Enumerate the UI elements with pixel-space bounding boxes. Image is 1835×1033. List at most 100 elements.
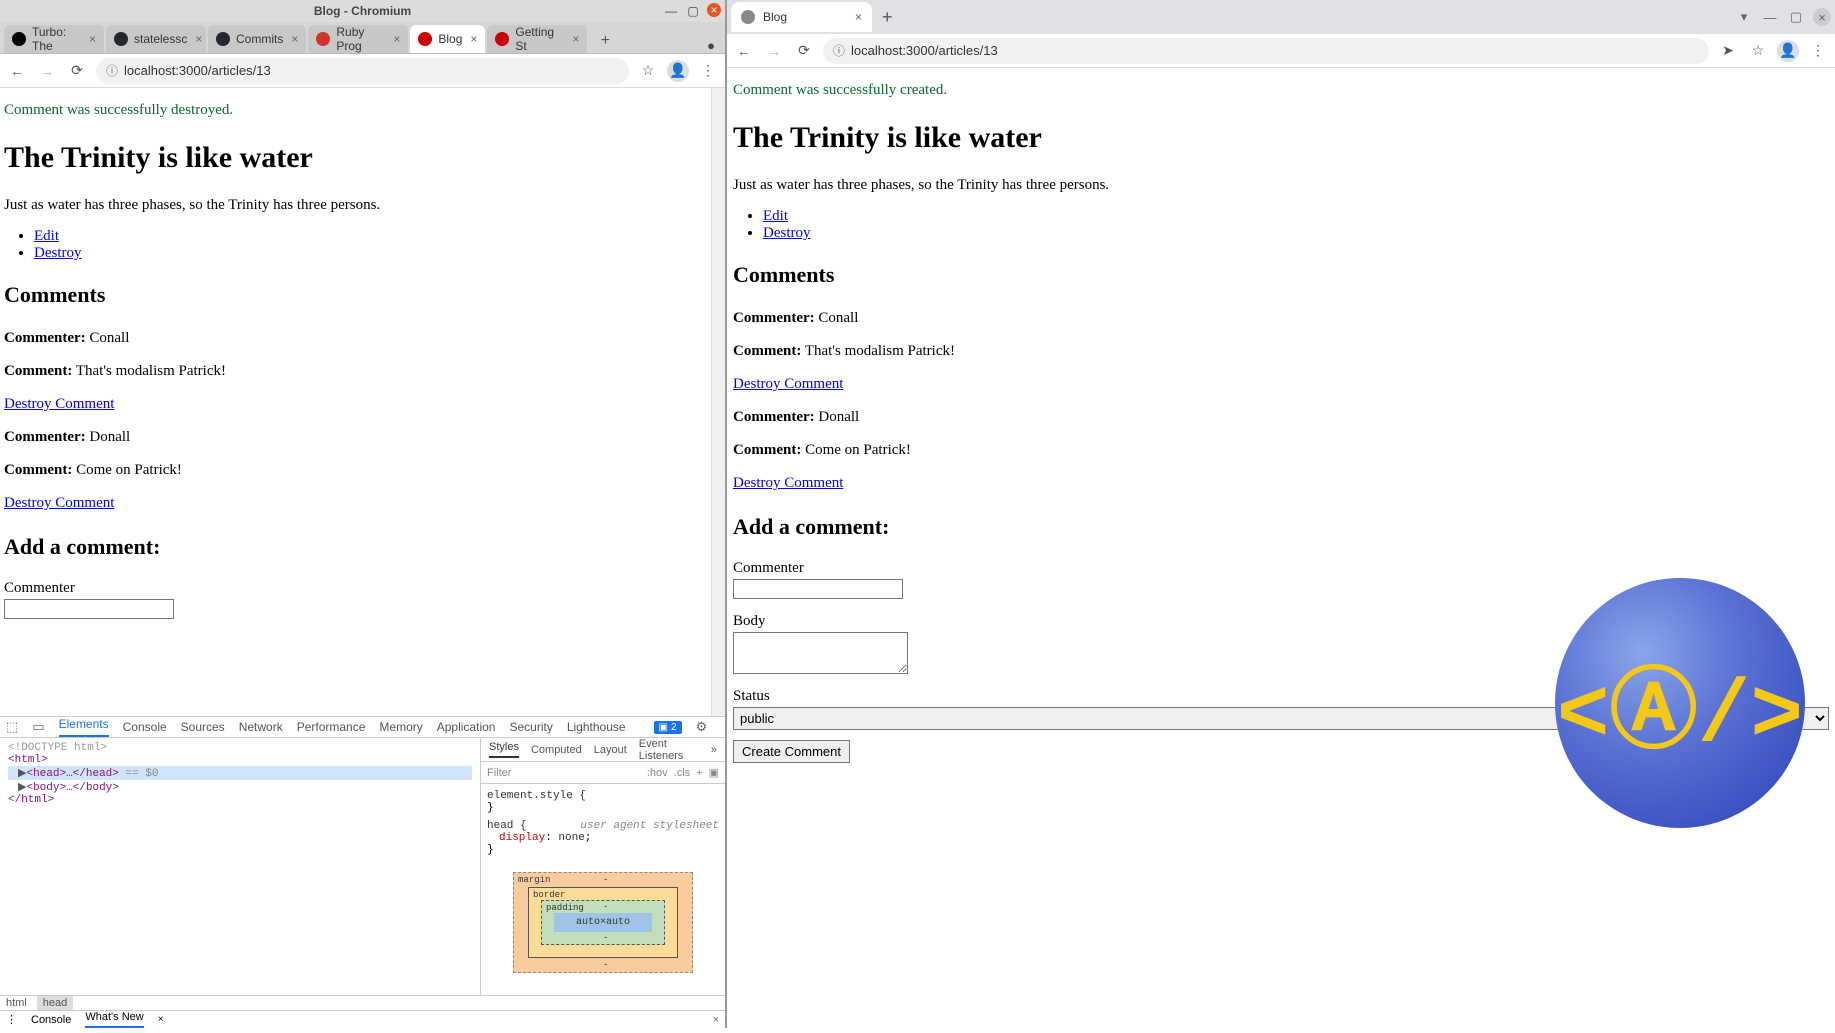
devtools-tab-memory[interactable]: Memory — [379, 720, 422, 734]
gear-icon[interactable]: ⚙ — [696, 719, 708, 735]
devtools-tab-application[interactable]: Application — [437, 720, 496, 734]
close-icon[interactable]: × — [291, 32, 298, 46]
tab-turbo[interactable]: Turbo: The× — [4, 25, 104, 53]
close-icon[interactable]: × — [89, 32, 96, 46]
article-title: The Trinity is like water — [4, 141, 707, 175]
tab-commits[interactable]: Commits× — [208, 25, 306, 53]
devtools-tab-performance[interactable]: Performance — [297, 720, 366, 734]
hover-toggle[interactable]: :hov — [647, 767, 668, 779]
styles-tab[interactable]: Styles — [489, 741, 519, 758]
console-tab[interactable]: Console — [31, 1014, 71, 1026]
destroy-comment-link[interactable]: Destroy Comment — [4, 495, 114, 511]
star-icon[interactable]: ☆ — [637, 60, 659, 82]
commenter-input[interactable] — [733, 579, 903, 599]
address-bar: ← → ⟳ ⓘ localhost:3000/articles/13 ➤ ☆ 👤… — [727, 34, 1835, 68]
vertical-scrollbar[interactable] — [711, 88, 725, 716]
destroy-link[interactable]: Destroy — [763, 225, 811, 241]
flash-message: Comment was successfully destroyed. — [4, 102, 707, 119]
comment-commenter: Commenter: Donall — [733, 409, 1829, 426]
close-icon[interactable]: × — [470, 32, 477, 46]
device-icon[interactable]: ▭ — [32, 719, 44, 735]
create-comment-button[interactable]: Create Comment — [733, 740, 850, 763]
edit-link[interactable]: Edit — [34, 228, 59, 244]
window-titlebar: Blog - Chromium — ▢ × — [0, 0, 725, 22]
plus-icon[interactable]: + — [696, 767, 702, 779]
devtools-tab-sources[interactable]: Sources — [181, 720, 225, 734]
kebab-icon[interactable]: ⋮ — [6, 1013, 17, 1026]
star-icon[interactable]: ☆ — [1747, 40, 1769, 62]
maximize-icon[interactable]: ▢ — [685, 3, 701, 19]
computed-tab[interactable]: Computed — [531, 744, 582, 756]
devtools-tab-elements[interactable]: Elements — [59, 717, 109, 737]
box-icon[interactable]: ▣ — [709, 766, 719, 779]
filter-input[interactable]: Filter — [487, 767, 641, 779]
devtools-tab-lighthouse[interactable]: Lighthouse — [567, 720, 626, 734]
comment-commenter: Commenter: Donall — [4, 429, 707, 446]
whatsnew-tab[interactable]: What's New — [85, 1011, 143, 1028]
styles-content[interactable]: element.style { } head {user agent style… — [481, 784, 725, 995]
destroy-comment-link[interactable]: Destroy Comment — [733, 475, 843, 491]
devtools-tab-network[interactable]: Network — [239, 720, 283, 734]
profile-icon[interactable]: 👤 — [667, 60, 689, 82]
close-icon[interactable]: × — [855, 10, 862, 24]
tab-stateless[interactable]: statelessc× — [106, 25, 206, 53]
event-listeners-tab[interactable]: Event Listeners — [639, 738, 699, 762]
close-icon[interactable]: × — [393, 32, 400, 46]
share-icon[interactable]: ➤ — [1717, 40, 1739, 62]
info-icon[interactable]: ⓘ — [106, 62, 118, 79]
dom-tree[interactable]: <!DOCTYPE html> <html> ▶<head>…</head> =… — [0, 738, 481, 995]
new-tab-button[interactable]: + — [593, 29, 617, 53]
url-input[interactable]: ⓘ localhost:3000/articles/13 — [96, 58, 629, 84]
tab-blog[interactable]: Blog× — [410, 25, 485, 53]
profile-icon[interactable]: 👤 — [1777, 40, 1799, 62]
new-tab-button[interactable]: + — [882, 7, 893, 28]
minimize-icon[interactable]: — — [663, 3, 679, 19]
comment-body: Comment: Come on Patrick! — [4, 462, 707, 479]
maximize-icon[interactable]: ▢ — [1787, 8, 1805, 26]
add-comment-heading: Add a comment: — [733, 514, 1829, 540]
comment-body: Comment: That's modalism Patrick! — [4, 363, 707, 380]
more-icon[interactable]: » — [711, 744, 717, 756]
tab-getting[interactable]: Getting St× — [487, 25, 587, 53]
url-input[interactable]: ⓘ localhost:3000/articles/13 — [823, 38, 1709, 64]
issues-badge[interactable]: ▣ 2 — [654, 721, 682, 734]
inspect-icon[interactable]: ⬚ — [6, 719, 18, 735]
back-button[interactable]: ← — [6, 60, 28, 82]
favicon-icon — [741, 10, 755, 24]
destroy-comment-link[interactable]: Destroy Comment — [733, 376, 843, 392]
destroy-link[interactable]: Destroy — [34, 245, 82, 261]
edit-link[interactable]: Edit — [763, 208, 788, 224]
close-icon[interactable]: × — [1813, 8, 1831, 26]
cls-toggle[interactable]: .cls — [674, 767, 691, 779]
dropdown-icon[interactable]: ▾ — [1735, 8, 1753, 26]
reload-button[interactable]: ⟳ — [793, 40, 815, 62]
body-textarea[interactable] — [733, 632, 908, 674]
dropdown-icon[interactable]: ● — [707, 38, 715, 53]
layout-tab[interactable]: Layout — [594, 744, 627, 756]
close-icon[interactable]: × — [572, 32, 579, 46]
back-button[interactable]: ← — [733, 40, 755, 62]
close-icon[interactable]: × — [713, 1014, 719, 1026]
page-content: Comment was successfully created. The Tr… — [727, 68, 1835, 1028]
close-icon[interactable]: × — [707, 3, 721, 17]
info-icon[interactable]: ⓘ — [833, 42, 845, 59]
close-icon[interactable]: × — [195, 32, 202, 46]
devtools-tab-console[interactable]: Console — [123, 720, 167, 734]
forward-button[interactable]: → — [36, 60, 58, 82]
dom-breadcrumb[interactable]: html head — [0, 995, 725, 1010]
box-model-diagram: margin- border padding- auto×auto - - — [513, 872, 693, 973]
reload-button[interactable]: ⟳ — [66, 60, 88, 82]
menu-icon[interactable]: ⋮ — [697, 60, 719, 82]
destroy-comment-link[interactable]: Destroy Comment — [4, 396, 114, 412]
minimize-icon[interactable]: — — [1761, 8, 1779, 26]
forward-button[interactable]: → — [763, 40, 785, 62]
tab-ruby[interactable]: Ruby Prog× — [308, 25, 408, 53]
devtools-panel: ⬚ ▭ Elements Console Sources Network Per… — [0, 716, 725, 1028]
article-title: The Trinity is like water — [733, 121, 1829, 155]
window-title: Blog - Chromium — [314, 4, 411, 18]
tab-blog[interactable]: Blog × — [731, 2, 872, 32]
menu-icon[interactable]: ⋮ — [1807, 40, 1829, 62]
devtools-tab-security[interactable]: Security — [509, 720, 552, 734]
close-icon[interactable]: × — [158, 1014, 164, 1025]
commenter-input[interactable] — [4, 599, 174, 619]
